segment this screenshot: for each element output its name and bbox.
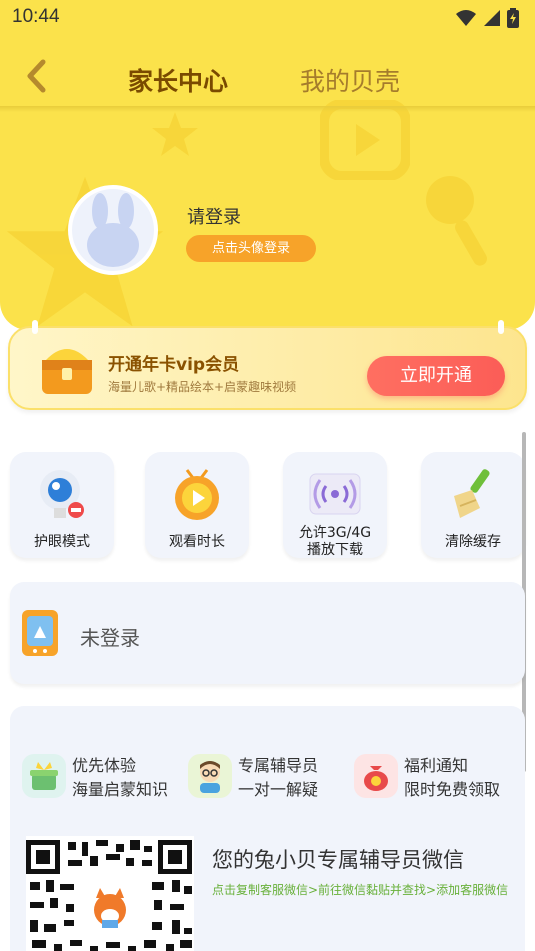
wechat-title: 您的兔小贝专属辅导员微信: [212, 848, 464, 872]
avatar-login-button[interactable]: 点击头像登录: [186, 235, 316, 262]
status-time: 10:44: [12, 6, 60, 27]
star-decoration-icon: [152, 112, 198, 156]
chevron-left-icon: [27, 59, 46, 93]
gift-box-icon: [22, 754, 66, 798]
tab-parent-center-label: 家长中心: [128, 67, 229, 96]
wechat-service-card: 优先体验 海量启蒙知识 专属辅导员 一对一解疑 福利通知 限时免费领取 您的兔小…: [10, 706, 525, 951]
avatar[interactable]: [68, 185, 158, 275]
card-pin: [498, 320, 504, 334]
wifi-icon: [456, 10, 476, 26]
signal-download-icon: [305, 464, 365, 524]
tutor-icon: [188, 754, 232, 798]
feature-title: 福利通知: [404, 756, 469, 775]
play-decoration-icon: [320, 100, 410, 180]
allow-mobile-data-button[interactable]: 允许3G/4G 播放下载: [283, 452, 387, 558]
tab-parent-center[interactable]: 家长中心: [106, 62, 256, 98]
wechat-qr-code[interactable]: [26, 836, 194, 951]
watch-duration-button[interactable]: 观看时长: [145, 452, 249, 558]
battery-icon: [507, 8, 519, 28]
device-status-card[interactable]: 未登录: [10, 582, 525, 684]
status-icons: [455, 8, 519, 28]
login-prompt[interactable]: 请登录: [187, 203, 241, 229]
open-vip-button[interactable]: 立即开通: [367, 356, 505, 396]
clear-cache-button[interactable]: 清除缓存: [421, 452, 525, 558]
action-label: 护眼模式: [34, 534, 90, 550]
feature-title: 专属辅导员: [238, 756, 319, 775]
feature-desc: 海量启蒙知识: [72, 780, 169, 799]
feature-desc: 一对一解疑: [238, 780, 319, 799]
device-status-text: 未登录: [80, 626, 140, 650]
treasure-chest-icon: [42, 349, 92, 394]
tablet-device-icon: [22, 610, 58, 656]
tv-timer-icon: [167, 464, 227, 524]
top-navigation: 家长中心 我的贝壳: [0, 50, 535, 110]
eye-protect-icon: [32, 464, 92, 524]
feature-title: 优先体验: [72, 756, 137, 775]
nav-divider: [0, 106, 535, 112]
microphone-decoration-icon: [426, 176, 487, 266]
action-label-line2: 播放下载: [307, 542, 363, 558]
lucky-bag-icon: [354, 754, 398, 798]
vip-banner[interactable]: 开通年卡vip会员 海量儿歌+精品绘本+启蒙趣味视频 立即开通: [8, 320, 527, 410]
action-label: 观看时长: [169, 534, 225, 550]
copy-wechat-instructions[interactable]: 点击复制客服微信>前往微信黏贴并查找>添加客服微信: [212, 880, 512, 900]
broom-icon: [443, 464, 503, 524]
action-label: 清除缓存: [445, 534, 501, 550]
eye-protection-mode-button[interactable]: 护眼模式: [10, 452, 114, 558]
vip-title: 开通年卡vip会员: [108, 355, 240, 375]
qr-code-icon: [26, 840, 192, 951]
feature-desc: 限时免费领取: [404, 780, 501, 799]
cellular-signal-icon: [484, 10, 500, 26]
vip-subtitle: 海量儿歌+精品绘本+启蒙趣味视频: [108, 380, 297, 394]
back-button[interactable]: [18, 56, 54, 96]
status-bar: 10:44: [0, 0, 535, 36]
tab-my-shells[interactable]: 我的贝壳: [300, 62, 400, 98]
card-pin: [32, 320, 38, 334]
bunny-avatar-icon: [87, 193, 139, 267]
